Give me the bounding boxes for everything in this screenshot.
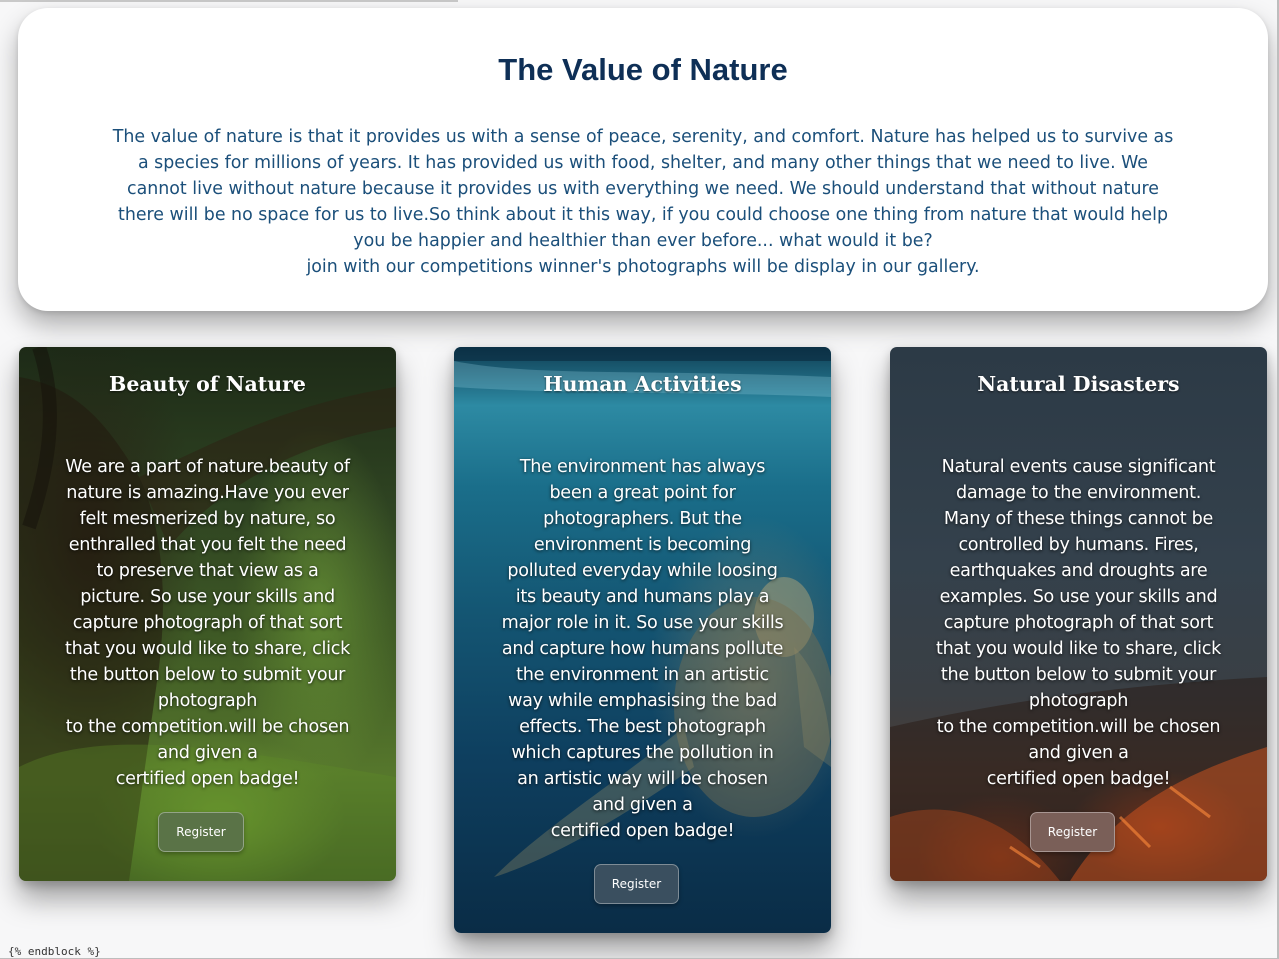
- card-line: way while emphasising the bad: [508, 691, 777, 711]
- card-line: photograph: [1028, 691, 1129, 711]
- card-line: to preserve that view as a: [96, 561, 319, 581]
- card-line: Many of these things cannot be: [943, 509, 1214, 529]
- competition-card-natural-disasters: Natural Disasters Natural events cause s…: [890, 347, 1267, 881]
- card-line: controlled by humans. Fires,: [958, 535, 1199, 555]
- card-title: Beauty of Nature: [109, 372, 306, 396]
- intro-text: The value of nature is that it provides …: [40, 124, 1246, 280]
- card-line: nature is amazing.Have you ever: [66, 483, 349, 503]
- card-line: capture photograph of that sort: [72, 613, 343, 633]
- card-line: We are a part of nature.beauty of: [65, 457, 350, 477]
- card-line: capture photograph of that sort: [943, 613, 1214, 633]
- page: The Value of Nature The value of nature …: [0, 0, 1279, 959]
- card-line: certified open badge!: [115, 769, 300, 789]
- card-line: The environment has always: [519, 457, 766, 477]
- card-line: earthquakes and droughts are: [949, 561, 1208, 581]
- card-line: felt mesmerized by nature, so: [79, 509, 336, 529]
- card-line: which captures the pollution in: [511, 743, 774, 763]
- card-line: certified open badge!: [550, 821, 735, 841]
- card-line: that you would like to share, click: [936, 639, 1221, 659]
- intro-line: a species for millions of years. It has …: [137, 153, 1149, 173]
- card-description: We are a part of nature.beauty of nature…: [41, 454, 374, 792]
- card-line: the button below to submit your: [69, 665, 346, 685]
- card-line: photograph: [157, 691, 258, 711]
- card-line: the environment in an artistic: [516, 665, 769, 685]
- card-line: Natural events cause significant: [941, 457, 1216, 477]
- card-line: certified open badge!: [986, 769, 1171, 789]
- intro-line: there will be no space for us to live.So…: [118, 205, 1168, 225]
- intro-line: you be happier and healthier than ever b…: [353, 231, 933, 251]
- top-divider: [0, 0, 458, 2]
- card-line: environment is becoming: [533, 535, 752, 555]
- card-line: polluted everyday while loosing: [507, 561, 778, 581]
- register-button[interactable]: Register: [158, 812, 244, 852]
- card-line: and capture how humans pollute: [501, 639, 784, 659]
- card-line: enthralled that you felt the need: [68, 535, 347, 555]
- card-title: Human Activities: [543, 372, 742, 396]
- competition-card-human-activities: Human Activities The environment has alw…: [454, 347, 831, 933]
- page-title: The Value of Nature: [498, 52, 788, 87]
- intro-panel: The Value of Nature The value of nature …: [18, 8, 1268, 311]
- competition-card-beauty-of-nature: Beauty of Nature We are a part of nature…: [19, 347, 396, 881]
- card-line: an artistic way will be chosen: [517, 769, 768, 789]
- card-line: examples. So use your skills and: [939, 587, 1218, 607]
- card-line: effects. The best photograph: [519, 717, 766, 737]
- card-description: Natural events cause significant damage …: [912, 454, 1245, 792]
- card-line: and given a: [1028, 743, 1129, 763]
- intro-line: The value of nature is that it provides …: [112, 127, 1174, 147]
- card-line: to the competition.will be chosen: [65, 717, 350, 737]
- card-line: to the competition.will be chosen: [936, 717, 1221, 737]
- register-button[interactable]: Register: [594, 864, 679, 904]
- card-line: photographers. But the: [543, 509, 742, 529]
- card-line: been a great point for: [549, 483, 736, 503]
- card-line: and given a: [157, 743, 258, 763]
- register-button[interactable]: Register: [1030, 812, 1115, 852]
- card-line: that you would like to share, click: [65, 639, 350, 659]
- card-line: damage to the environment.: [955, 483, 1202, 503]
- card-line: and given a: [592, 795, 693, 815]
- card-line: the button below to submit your: [940, 665, 1217, 685]
- card-description: The environment has always been a great …: [476, 454, 809, 844]
- card-title: Natural Disasters: [977, 372, 1180, 396]
- card-line: its beauty and humans play a: [515, 587, 770, 607]
- intro-line: cannot live without nature because it pr…: [127, 179, 1159, 199]
- card-line: picture. So use your skills and: [80, 587, 335, 607]
- card-line: major role in it. So use your skills: [501, 613, 784, 633]
- template-tag-text: {% endblock %}: [8, 945, 101, 958]
- intro-line: join with our competitions winner's phot…: [306, 257, 980, 277]
